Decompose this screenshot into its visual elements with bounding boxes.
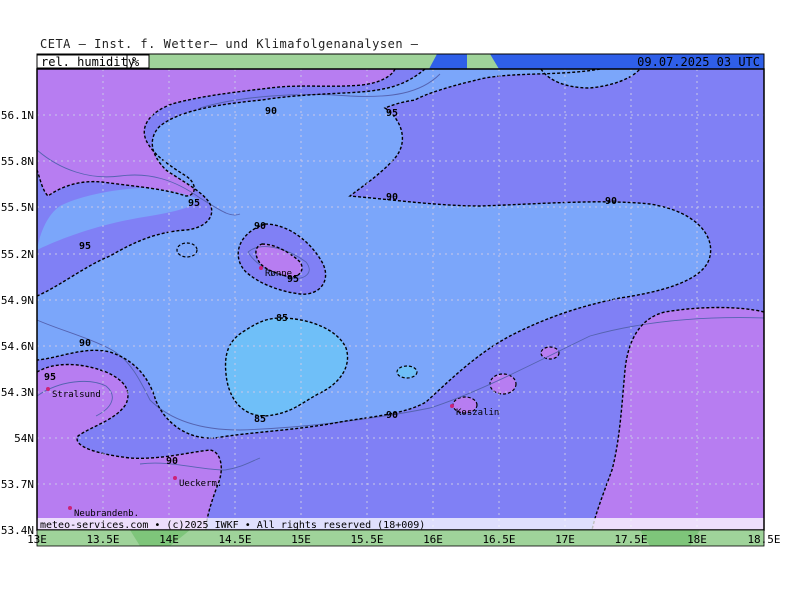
city-label: Koszalin bbox=[456, 408, 499, 418]
y-tick-labels: 56.1N 55.8N 55.5N 55.2N 54.9N 54.6N 54.3… bbox=[1, 109, 34, 537]
plot-area: 90 95 95 90 90 95 90 90 95 85 85 90 90 9… bbox=[37, 69, 764, 530]
x-tick-label: 14E bbox=[159, 533, 179, 546]
city-marker bbox=[46, 387, 50, 391]
x-tick-label: 13.5E bbox=[86, 533, 119, 546]
y-tick-label: 53.4N bbox=[1, 524, 34, 537]
x-tick-label: 18.5E bbox=[747, 533, 780, 546]
blob-center-east bbox=[396, 365, 418, 379]
contour-label: 85 bbox=[276, 313, 288, 324]
city-label: Rønne bbox=[265, 269, 292, 279]
y-tick-label: 56.1N bbox=[1, 109, 34, 122]
contour-label: 90 bbox=[265, 106, 277, 117]
y-tick-label: 54.9N bbox=[1, 294, 34, 307]
contour-label: 95 bbox=[44, 372, 56, 383]
city-marker bbox=[259, 266, 263, 270]
city-marker bbox=[68, 506, 72, 510]
y-tick-label: 55.5N bbox=[1, 201, 34, 214]
contour-label: 90 bbox=[386, 410, 398, 421]
blob-far-east bbox=[540, 346, 560, 360]
unit-label: % bbox=[132, 55, 140, 69]
x-tick-label: 16E bbox=[423, 533, 443, 546]
blob-west bbox=[176, 242, 198, 258]
x-tick-label: 18E bbox=[687, 533, 707, 546]
x-tick-label: 14.5E bbox=[218, 533, 251, 546]
contour-label: 85 bbox=[254, 414, 266, 425]
x-tick-label: 15E bbox=[291, 533, 311, 546]
contour-label: 90 bbox=[605, 196, 617, 207]
contour-label: 90 bbox=[79, 338, 91, 349]
datetime-label: 09.07.2025 03 UTC bbox=[637, 55, 760, 69]
contour-label: 90 bbox=[254, 221, 266, 232]
param-label: rel. humidity bbox=[41, 55, 135, 69]
y-tick-label: 55.8N bbox=[1, 155, 34, 168]
y-tick-label: 54N bbox=[14, 432, 34, 445]
contour-label: 95 bbox=[188, 198, 200, 209]
blob-koszalin-east bbox=[489, 373, 517, 395]
city-marker bbox=[450, 404, 454, 408]
x-tick-label: 16.5E bbox=[482, 533, 515, 546]
y-tick-label: 54.6N bbox=[1, 340, 34, 353]
x-tick-label: 15.5E bbox=[350, 533, 383, 546]
y-tick-label: 55.2N bbox=[1, 248, 34, 261]
humidity-map: rel. humidity % 09.07.2025 03 UTC 90 95 … bbox=[1, 53, 781, 547]
city-label: Ueckerm. bbox=[179, 479, 222, 489]
x-axis-strip bbox=[36, 529, 765, 547]
x-tick-label: 17E bbox=[555, 533, 575, 546]
contour-label: 95 bbox=[386, 108, 398, 119]
y-tick-label: 53.7N bbox=[1, 478, 34, 491]
x-tick-label: 17.5E bbox=[614, 533, 647, 546]
city-label: Neubrandenb. bbox=[74, 509, 139, 519]
city-marker bbox=[173, 476, 177, 480]
y-tick-label: 54.3N bbox=[1, 386, 34, 399]
param-box: rel. humidity % bbox=[36, 54, 150, 69]
city-label: Stralsund bbox=[52, 390, 101, 400]
contour-label: 90 bbox=[386, 192, 398, 203]
contour-label: 95 bbox=[79, 241, 91, 252]
contour-label: 90 bbox=[166, 456, 178, 467]
